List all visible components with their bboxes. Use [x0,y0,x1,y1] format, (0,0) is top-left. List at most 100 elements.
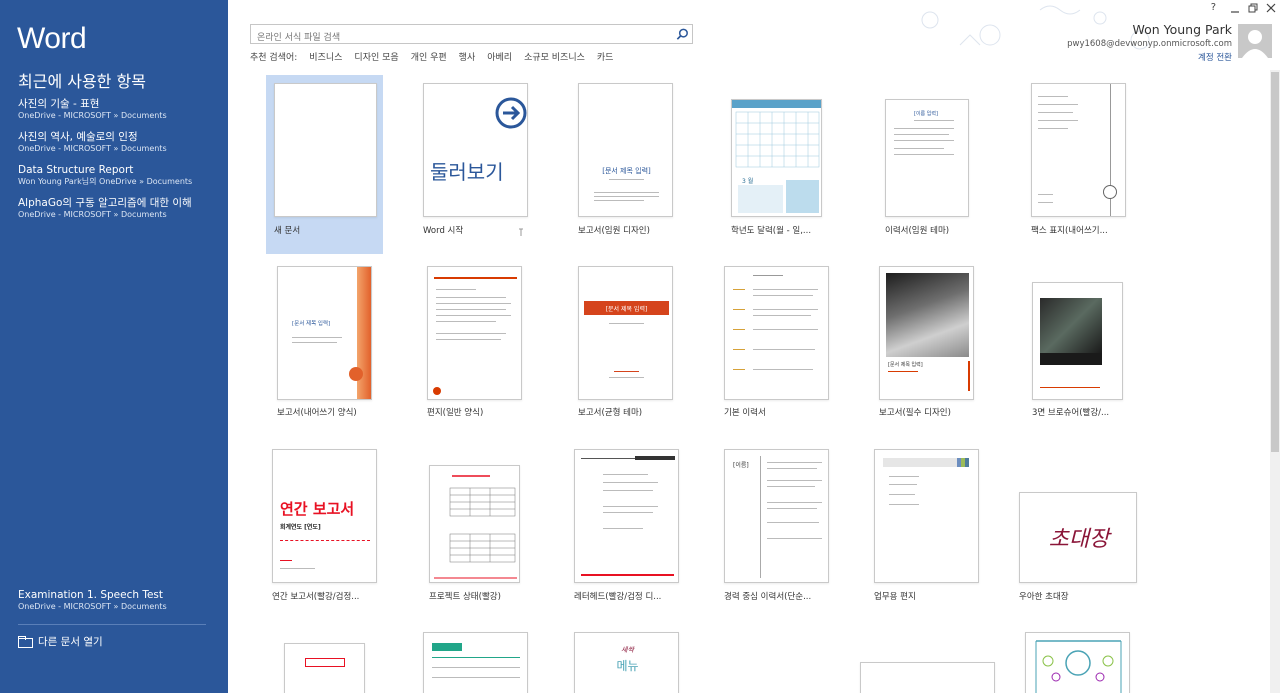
recent-item-name: Data Structure Report [18,164,134,176]
recent-list: 사진의 기술 - 표현 OneDrive - MICROSOFT » Docum… [18,98,218,230]
template-thumbnail [1025,632,1130,693]
recent-item[interactable]: 사진의 역사, 예술로의 인정 OneDrive - MICROSOFT » D… [18,131,218,164]
template-label: 3면 브로슈어(빨강/... [1032,408,1110,418]
tour-text: 둘러보기 [430,160,504,184]
report-title-text: [문서 제목 입력] [292,321,331,327]
user-silhouette-icon [1242,30,1268,58]
template-thumbnail [1031,83,1126,217]
report-title-text: [문서 제목 입력] [888,362,923,368]
minimize-icon[interactable] [1230,5,1240,13]
search-icon[interactable] [675,27,690,42]
template-thumbnail: [이름 입력] [885,99,969,217]
menu-top-text: 새싹 [621,646,634,654]
recent-item-path: Won Young Park님의 OneDrive » Documents [18,177,193,186]
template-label: 기본 이력서 [724,408,766,418]
switch-account-link[interactable]: 계정 전환 [1067,51,1232,63]
template-thumbnail [724,266,829,400]
template-thumbnail: 둘러보기 [423,83,528,217]
avatar[interactable] [1238,24,1272,58]
suggested-link[interactable]: 소규모 비즈니스 [524,50,585,63]
recent-item-name: 사진의 역사, 예술로의 인정 [18,131,138,143]
arrow-right-circle-icon [495,97,527,129]
template-thumbnail [574,449,679,583]
template-label: 팩스 표지(내어쓰기... [1031,226,1108,236]
status-table-graphic [434,475,517,579]
template-label: 우아한 초대장 [1019,592,1069,602]
sidebar-divider [18,624,206,625]
template-label: 학년도 달력(월 - 일,... [731,226,812,236]
template-label: Word 시작 [423,226,464,236]
recent-item-path: OneDrive - MICROSOFT » Documents [18,144,167,153]
template-label: 연간 보고서(빨강/검정... [272,592,360,602]
recent-item-name: Examination 1. Speech Test [18,589,164,601]
recent-item[interactable]: 사진의 기술 - 표현 OneDrive - MICROSOFT » Docum… [18,98,218,131]
suggested-link[interactable]: 비즈니스 [309,50,342,63]
restore-icon[interactable] [1248,3,1258,13]
template-label: 보고서(균형 테마) [578,408,643,418]
career-name-text: [이름] [733,462,749,469]
interior-photo [1040,298,1102,353]
suggested-label: 추천 검색어: [250,53,298,63]
account-info: Won Young Park pwy1608@devwonyp.onmicros… [1067,22,1232,63]
template-search-box [250,24,693,47]
resume-name-text: [이름 입력] [914,111,938,117]
folder-open-icon [18,636,33,648]
annual-title-text: 연간 보고서 [280,500,355,518]
template-thumbnail: 초대장 [1019,492,1137,583]
template-label: 프로젝트 상태(빨강) [429,592,501,602]
template-label: 이력서(임원 테마) [885,226,950,236]
calendar-month-text: 3 월 [742,178,754,185]
template-thumbnail [860,662,995,693]
template-label: 편지(일반 양식) [427,408,484,418]
template-thumbnail [427,266,522,400]
recent-item-bottom[interactable]: Examination 1. Speech Test OneDrive - MI… [18,589,218,622]
template-thumbnail: [문서 제목 입력] [277,266,372,400]
template-label: 보고서(내어쓰기 양식) [277,408,357,418]
report-title-text: [문서 제목 입력] [602,167,651,175]
main-area: 추천 검색어: 비즈니스 디자인 모음 개인 우편 행사 아베리 소규모 비즈니… [228,0,1280,693]
help-button[interactable]: ? [1211,2,1216,13]
template-thumbnail: 새싹 메뉴 [574,632,679,693]
desert-dune-photo [886,273,969,357]
template-thumbnail [429,465,520,583]
template-label: 업무용 편지 [874,592,916,602]
open-other-label: 다른 문서 열기 [38,636,103,648]
template-thumbnail: [문서 제목 입력] [879,266,974,400]
invite-text: 초대장 [1048,527,1110,552]
template-label: 보고서(필수 디자인) [879,408,951,418]
sidebar: Word 최근에 사용한 항목 사진의 기술 - 표현 OneDrive - M… [0,0,228,693]
recent-item[interactable]: AlphaGo의 구동 알고리즘에 대한 이해 OneDrive - MICRO… [18,197,218,230]
suggested-link[interactable]: 개인 우편 [411,50,447,63]
recent-item-path: OneDrive - MICROSOFT » Documents [18,111,167,120]
account-email: pwy1608@devwonyp.onmicrosoft.com [1067,39,1232,49]
suggested-link[interactable]: 아베리 [487,50,512,63]
template-thumbnail [284,643,365,693]
suggested-searches: 추천 검색어: 비즈니스 디자인 모음 개인 우편 행사 아베리 소규모 비즈니… [250,50,613,63]
recent-item-path: OneDrive - MICROSOFT » Documents [18,602,167,611]
scrollbar-thumb[interactable] [1271,72,1279,452]
suggested-link[interactable]: 카드 [597,50,614,63]
calendar-grid-graphic [732,100,821,213]
suggested-link[interactable]: 행사 [459,50,476,63]
close-icon[interactable] [1266,3,1276,13]
recent-item-path: OneDrive - MICROSOFT » Documents [18,210,167,219]
annual-sub-text: 회계연도 [연도] [280,524,321,531]
template-thumbnail [874,449,979,583]
template-label: 레터헤드(빨강/검정 디... [574,592,662,602]
recent-item-name: 사진의 기술 - 표현 [18,98,100,110]
template-thumbnail [274,83,377,217]
open-other-documents-button[interactable]: 다른 문서 열기 [18,634,103,649]
template-thumbnail: [문서 제목 입력] [578,266,673,400]
template-thumbnail: [문서 제목 입력] [578,83,673,217]
template-label: 새 문서 [274,226,301,236]
template-thumbnail: 연간 보고서 회계연도 [연도] [272,449,377,583]
template-thumbnail: [이름] [724,449,829,583]
template-label: 경력 중심 이력서(단순... [724,592,812,602]
recent-heading: 최근에 사용한 항목 [18,72,146,91]
template-search-input[interactable] [251,29,671,47]
recent-item-name: AlphaGo의 구동 알고리즘에 대한 이해 [18,197,192,209]
suggested-link[interactable]: 디자인 모음 [354,50,398,63]
pin-icon[interactable] [517,228,525,236]
template-thumbnail: 3 월 [731,99,822,217]
recent-item[interactable]: Data Structure Report Won Young Park님의 O… [18,164,218,197]
